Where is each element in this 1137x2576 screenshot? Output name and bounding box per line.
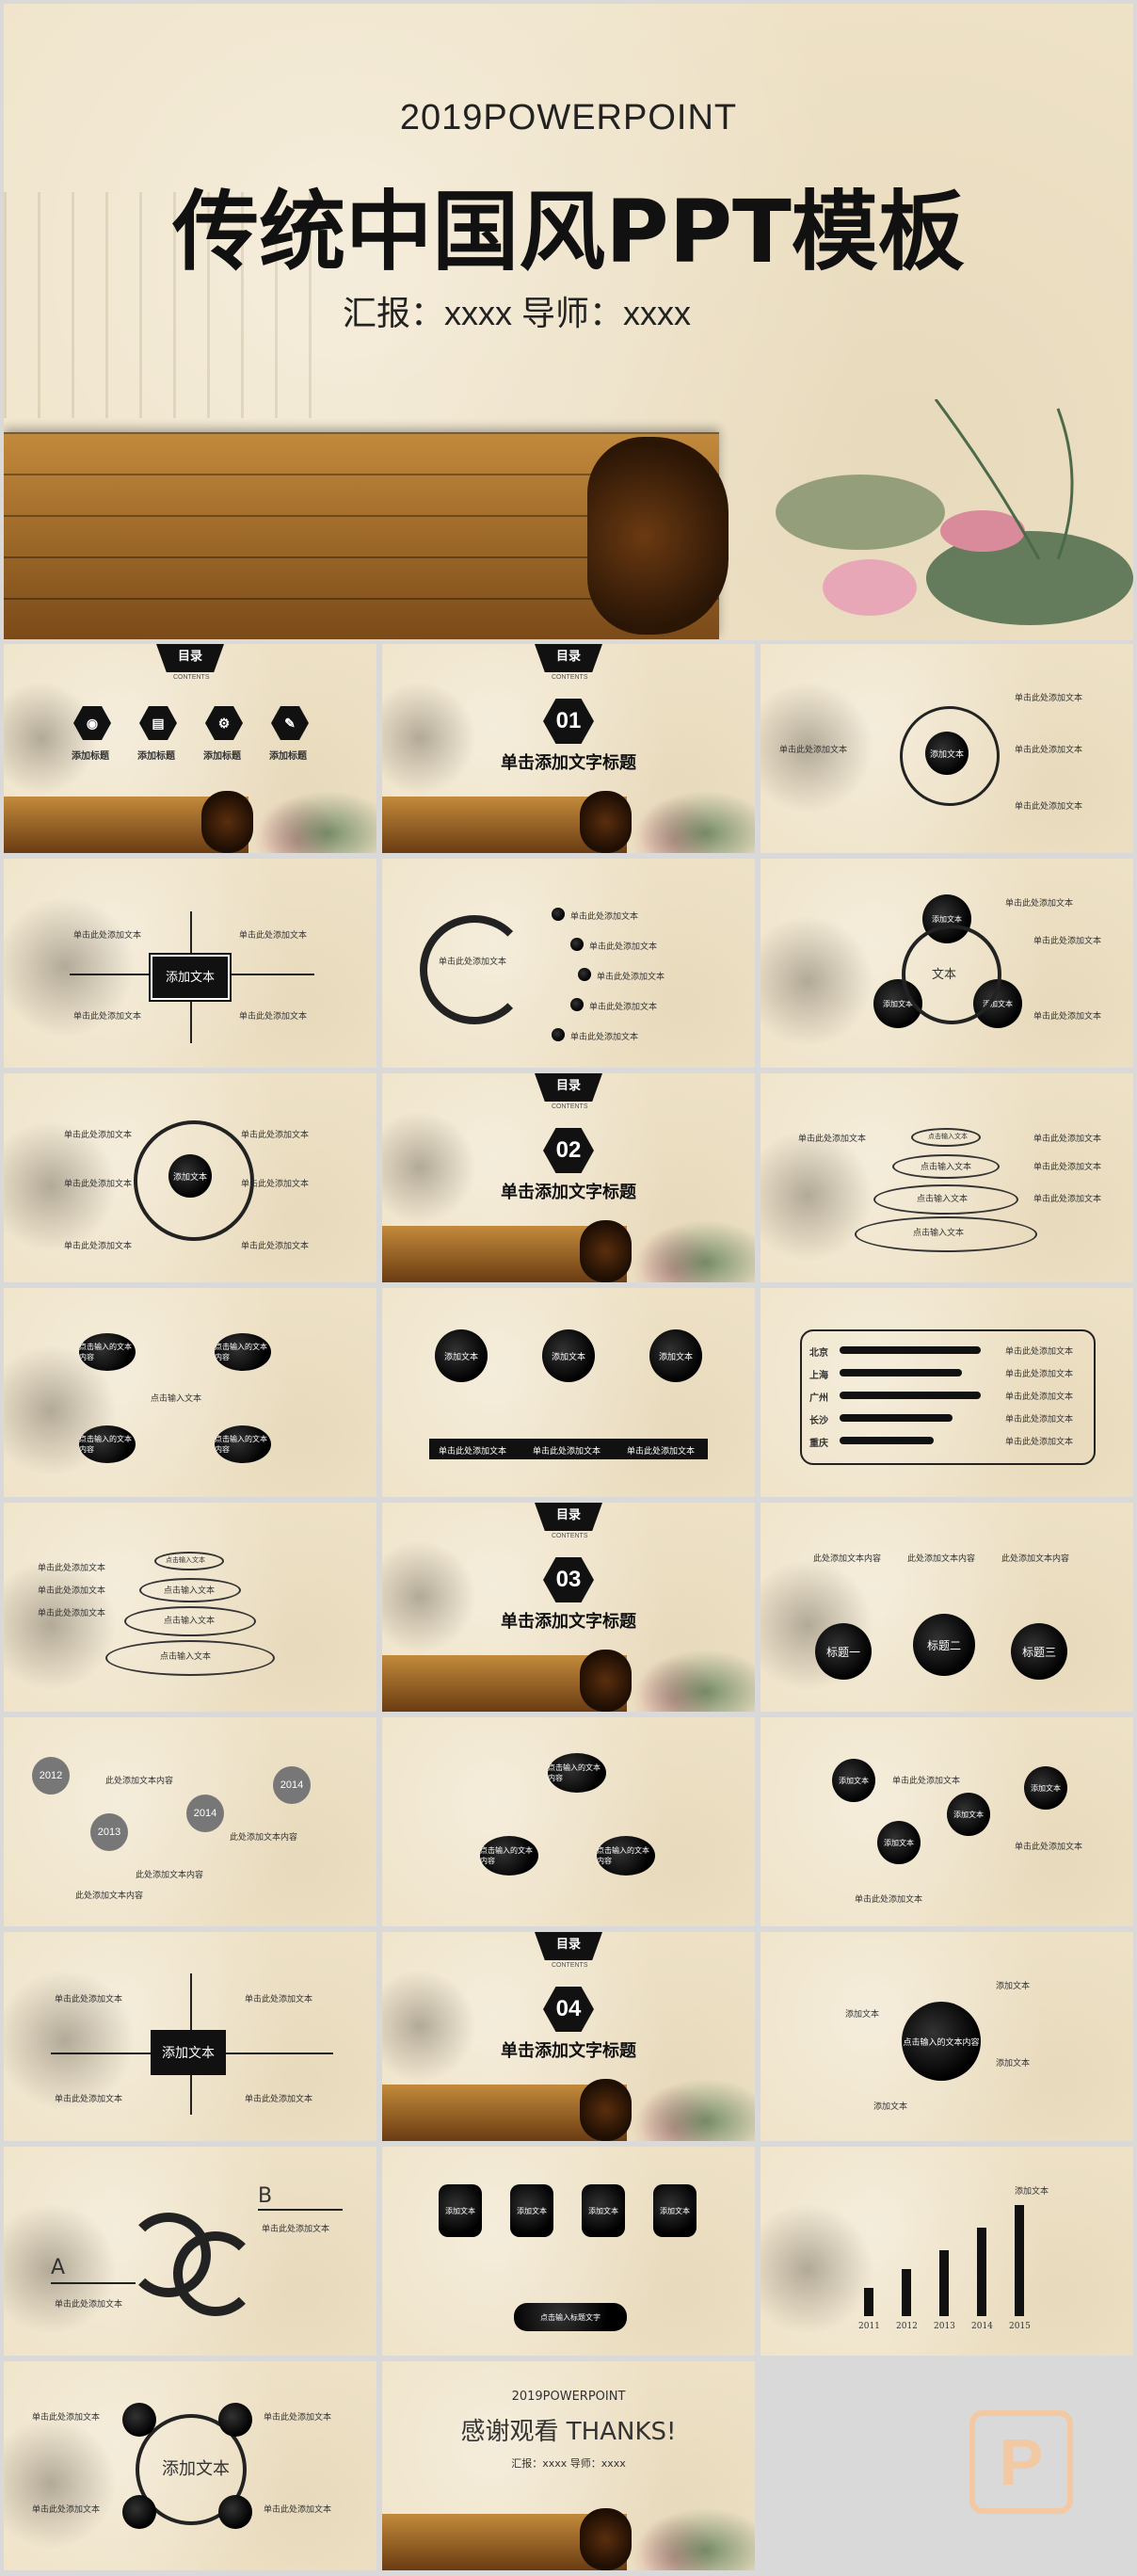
four-circle-slide[interactable]: 添加文本 单击此处添加文本 单击此处添加文本 单击此处添加文本 单击此处添加文本 <box>4 2361 376 2570</box>
gear-icon: ⚙ <box>205 706 243 740</box>
thanks-slide[interactable]: 2019POWERPOINT 感谢观看 THANKS! 汇报：xxxx 导师：x… <box>382 2361 755 2570</box>
three-titles-slide[interactable]: 此处添加文本内容 此处添加文本内容 此处添加文本内容 标题一 标题二 标题三 <box>761 1503 1133 1712</box>
bar-figures-slide[interactable]: 2011 2012 2013 2014 2015 添加文本 <box>761 2147 1133 2356</box>
brand-logo: P <box>969 2410 1073 2514</box>
cross-slide[interactable]: 添加文本 单击此处添加文本 单击此处添加文本 单击此处添加文本 单击此处添加文本 <box>4 859 376 1068</box>
section-03-slide[interactable]: 目录 CONTENTS 03 单击添加文字标题 <box>382 1503 755 1712</box>
triangle-circles-slide[interactable]: 添加文本 添加文本 添加文本 文本 单击此处添加文本 单击此处添加文本 单击此处… <box>761 859 1133 1068</box>
section-title: 单击添加文字标题 <box>501 1612 636 1631</box>
circle-arrows-slide[interactable]: 添加文本 单击此处添加文本 单击此处添加文本 单击此处添加文本 单击此处添加文本 <box>761 644 1133 853</box>
section-01-slide[interactable]: 目录 CONTENTS 01 单击添加文字标题 <box>382 644 755 853</box>
section-02-slide[interactable]: 目录 CONTENTS 02 单击添加文字标题 <box>382 1073 755 1282</box>
thanks-title: 感谢观看 THANKS! <box>460 2418 677 2446</box>
section-title: 单击添加文字标题 <box>501 753 636 772</box>
hero-subtitle: 2019POWERPOINT <box>399 98 738 137</box>
ink-circle-list-slide[interactable]: 单击此处添加文本 单击此处添加文本 单击此处添加文本 单击此处添加文本 单击此处… <box>382 859 755 1068</box>
section-number: 04 <box>543 1987 594 2032</box>
hero-title: 传统中国风PPT模板 <box>172 182 965 282</box>
section-number: 02 <box>543 1128 594 1173</box>
timeline-slide[interactable]: 2012 2013 2014 2014 此处添加文本内容 此处添加文本内容 此处… <box>4 1717 376 1926</box>
edit-icon: ✎ <box>271 706 309 740</box>
hero-slide[interactable]: 2019POWERPOINT 传统中国风PPT模板 汇报：xxxx 导师：xxx… <box>4 4 1133 640</box>
stacked-rings-slide-2[interactable]: 点击输入文本 点击输入文本 点击输入文本 点击输入文本 单击此处添加文本 单击此… <box>4 1503 376 1712</box>
four-brush-slide[interactable]: 添加文本 添加文本 添加文本 添加文本 点击输入标题文字 <box>382 2147 755 2356</box>
cross-slide-2[interactable]: 添加文本 单击此处添加文本 单击此处添加文本 单击此处添加文本 单击此处添加文本 <box>4 1932 376 2141</box>
three-circles-bar-slide[interactable]: 添加文本 添加文本 添加文本 单击此处添加文本 单击此处添加文本 单击此处添加文… <box>382 1288 755 1497</box>
city-brush-slide[interactable]: 北京 上海 广州 长沙 重庆 单击此处添加文本 单击此处添加文本 单击此处添加文… <box>761 1288 1133 1497</box>
swirl-ab-slide[interactable]: A B 单击此处添加文本 单击此处添加文本 <box>4 2147 376 2356</box>
scroll-roll-image <box>587 437 729 635</box>
ink-cycle-slide[interactable]: 点击输入的文本内容 点击输入的文本内容 点击输入的文本内容 <box>382 1717 755 1926</box>
stacked-rings-slide[interactable]: 点击输入文本 点击输入文本 点击输入文本 点击输入文本 单击此处添加文本 单击此… <box>761 1073 1133 1282</box>
cycle-slide[interactable]: 点击输入的文本内容 点击输入的文本内容 点击输入的文本内容 点击输入的文本内容 … <box>4 1288 376 1497</box>
toc-slide[interactable]: 目录 CONTENTS ◉ ▤ ⚙ ✎ 添加标题 添加标题 添加标题 添加标题 <box>4 644 376 853</box>
chart-icon: ▤ <box>139 706 177 740</box>
lotus-painting <box>776 399 1133 625</box>
section-title: 单击添加文字标题 <box>501 2041 636 2060</box>
section-number: 01 <box>543 699 594 744</box>
zigzag-circles-slide[interactable]: 添加文本 添加文本 添加文本 添加文本 单击此处添加文本 单击此处添加文本 单击… <box>761 1717 1133 1926</box>
section-04-slide[interactable]: 目录 CONTENTS 04 单击添加文字标题 <box>382 1932 755 2141</box>
ink-splash-slide[interactable]: 点击输入的文本内容 添加文本 添加文本 添加文本 添加文本 <box>761 1932 1133 2141</box>
toc-ribbon: 目录 <box>156 644 224 672</box>
circle-arrows-slide-2[interactable]: 添加文本 单击此处添加文本 单击此处添加文本 单击此处添加文本 单击此处添加文本… <box>4 1073 376 1282</box>
section-number: 03 <box>543 1557 594 1602</box>
section-title: 单击添加文字标题 <box>501 1183 636 1201</box>
hero-meta: 汇报：xxxx 导师：xxxx <box>343 294 692 332</box>
